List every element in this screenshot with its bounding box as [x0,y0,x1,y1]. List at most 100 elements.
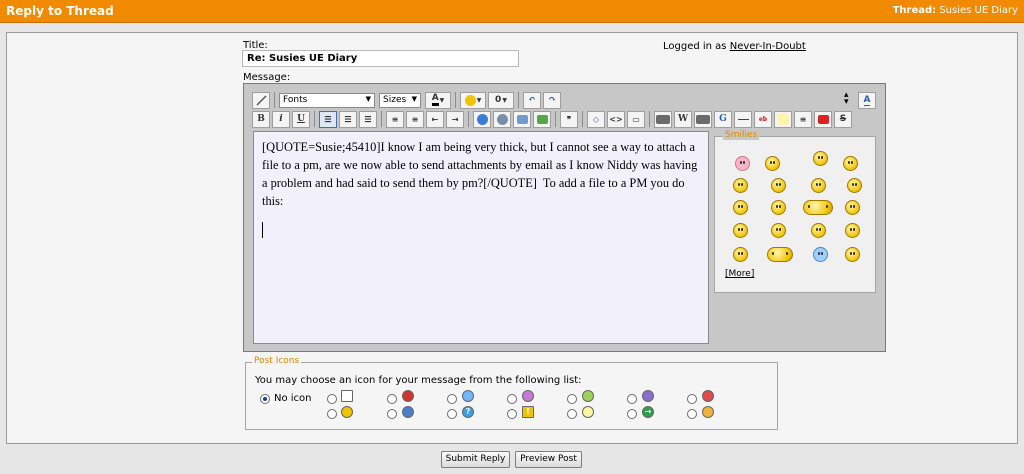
insert-imdb-button[interactable] [694,110,712,128]
message-textarea[interactable]: [QUOTE=Susie;45410]I know I am being ver… [253,131,709,344]
font-select[interactable]: Fonts ▼ [279,92,375,108]
smilie-kiss[interactable] [735,156,750,171]
redo-icon: ↷ [548,95,556,105]
insert-wiki-button[interactable]: W [674,110,692,128]
post-icon-radio[interactable] [447,409,457,419]
smilie-grin[interactable] [771,178,786,193]
post-icon-radio[interactable] [627,409,637,419]
php-icon: ▭ [632,114,640,124]
outdent-button[interactable]: ⇤ [426,110,444,128]
no-icon-label: No icon [274,393,312,404]
insert-highlight-button[interactable] [774,110,792,128]
insert-rule-button[interactable] [734,110,752,128]
attach-menu-button[interactable]: 0 ▼ [488,91,514,109]
smilie-thumbs[interactable] [771,200,786,215]
indent-button[interactable]: ⇥ [446,110,464,128]
post-icon-radio[interactable] [507,409,517,419]
wrap-quote-button[interactable]: ❞ [560,110,578,128]
insert-google-button[interactable]: G [714,110,732,128]
toolbar-row-2: B i U ☰ ☰ ☰ ≡ ≡ ⇤ ⇥ ❞ ◇ <> ▭ W G eb ≡ S [252,110,854,128]
insert-youtube-button[interactable] [814,110,832,128]
smilie-happy[interactable] [733,200,748,215]
submit-reply-button[interactable]: Submit Reply [441,451,510,468]
size-select[interactable]: Sizes ▼ [379,92,421,108]
smilie-laugh[interactable] [843,156,858,171]
smilie-clap[interactable] [845,223,860,238]
redo-button[interactable]: ↷ [543,91,561,109]
title-input[interactable]: Re: Susies UE Diary [242,50,519,67]
switch-editor-mode-button[interactable]: A [858,92,876,109]
italic-button[interactable]: i [272,110,290,128]
smilie-menu-button[interactable]: ▼ [460,91,486,109]
insert-link-button[interactable] [473,110,491,128]
message-label: Message: [243,72,291,83]
unordered-list-button[interactable]: ≡ [406,110,424,128]
eraser-icon [256,95,266,105]
smilie-cheeky[interactable] [811,223,826,238]
ordered-list-button[interactable]: ≡ [386,110,404,128]
smilie-angel[interactable] [767,247,793,262]
undo-button[interactable]: ↶ [523,91,541,109]
post-icon-radio[interactable] [687,409,697,419]
thread-name: Susies UE Diary [939,5,1018,16]
unlink-icon [496,113,508,125]
smilie-blue[interactable] [813,247,828,262]
smilies-box: Smilies [More] [714,130,876,293]
page-header: Reply to Thread Thread: Susies UE Diary [0,0,1024,23]
question-icon: ? [462,406,474,418]
remove-link-button[interactable] [493,110,511,128]
wrap-html-button[interactable]: <> [607,110,625,128]
align-left-button[interactable]: ☰ [319,110,337,128]
post-icon-radio[interactable] [327,394,337,404]
smilie-eyes[interactable] [803,200,833,215]
arrow-icon: → [642,406,654,418]
smilie-shy[interactable] [845,200,860,215]
post-icon-radio[interactable] [687,394,697,404]
smilie-wave[interactable] [847,178,862,193]
post-icon-radio[interactable] [387,394,397,404]
post-icon-radio[interactable] [447,394,457,404]
toolbar-divider [582,111,583,127]
wrap-code-button[interactable]: ◇ [587,110,605,128]
post-icon-radio[interactable] [507,394,517,404]
bold-button[interactable]: B [252,110,270,128]
thread-label: Thread: [892,5,937,16]
smilie-confused[interactable] [845,247,860,262]
code-icon: ◇ [592,114,600,124]
smilie-nerd[interactable] [733,223,748,238]
smiley-icon [341,406,353,418]
post-icon-radio-none[interactable] [260,394,270,404]
wrap-php-button[interactable]: ▭ [627,110,645,128]
remove-format-button[interactable] [252,91,270,109]
smilie-cool[interactable] [733,247,748,262]
insert-list-box-button[interactable]: ≡ [794,110,812,128]
smilie-banana[interactable] [813,151,828,166]
align-right-button[interactable]: ☰ [359,110,377,128]
smilie-dance[interactable] [811,178,826,193]
post-icon-radio[interactable] [567,409,577,419]
more-smilies-link[interactable]: [More] [725,269,754,279]
insert-ebay-button[interactable]: eb [754,110,772,128]
align-center-button[interactable]: ☰ [339,110,357,128]
smilies-legend: Smilies [723,130,760,140]
insert-image-button[interactable] [533,110,551,128]
smilie-smile[interactable] [733,178,748,193]
post-icon-radio[interactable] [567,394,577,404]
smilie-wink[interactable] [765,156,780,171]
resize-arrows-icon[interactable]: ▴ ▾ [844,91,849,107]
text-color-button[interactable]: A ▼ [425,91,451,109]
post-icon-radio[interactable] [627,394,637,404]
preview-post-button[interactable]: Preview Post [515,451,582,468]
strikethrough-button[interactable]: S [834,110,852,128]
insert-email-button[interactable] [513,110,531,128]
smile-icon [462,390,474,402]
message-body: [QUOTE=Susie;45410]I know I am being ver… [262,140,701,208]
user-link[interactable]: Never-In-Doubt [730,41,806,52]
post-icon-radio[interactable] [387,409,397,419]
post-icon-radio[interactable] [327,409,337,419]
underline-button[interactable]: U [292,110,310,128]
insert-amazon-button[interactable] [654,110,672,128]
strikethrough-icon: S [839,114,847,124]
align-right-icon: ☰ [364,114,372,124]
smilie-tongue[interactable] [771,223,786,238]
